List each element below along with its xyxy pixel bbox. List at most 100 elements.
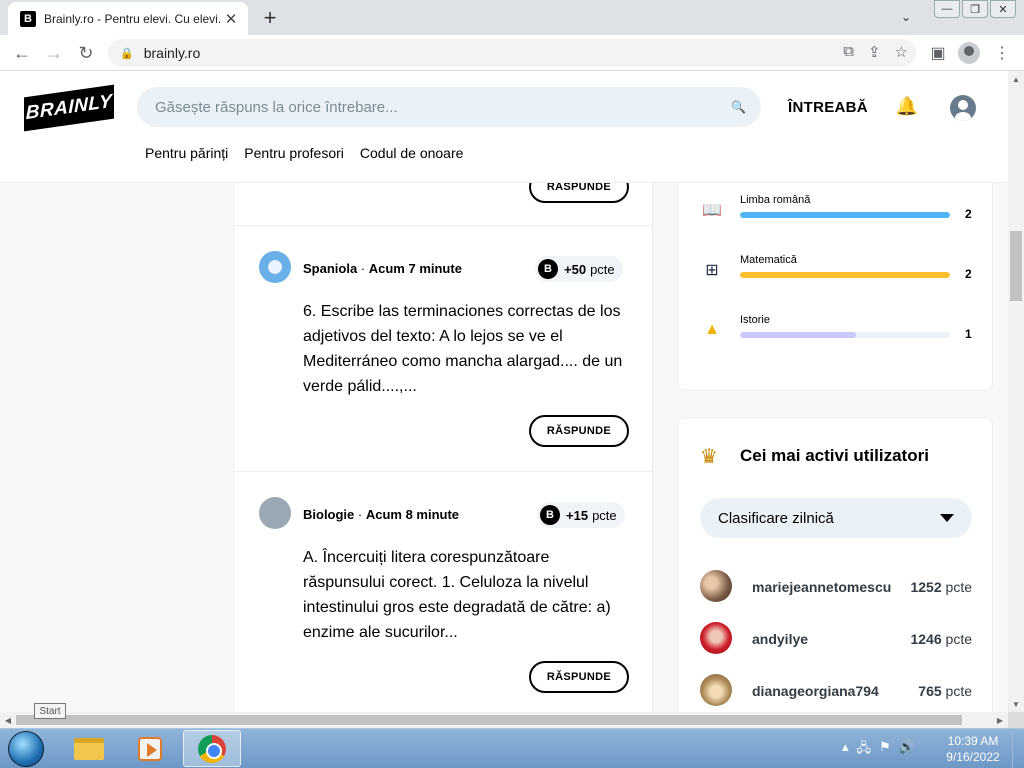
ranking-period-select[interactable]: Clasificare zilnică bbox=[700, 498, 972, 538]
question-text[interactable]: A. Încercuiți litera corespunzătoare răs… bbox=[303, 545, 633, 645]
brainly-favicon-icon: B bbox=[20, 10, 36, 27]
bookmark-star-icon[interactable]: ☆ bbox=[895, 43, 908, 61]
divider bbox=[234, 225, 654, 226]
subject-avatar-biology bbox=[259, 497, 291, 529]
subject-progress bbox=[740, 272, 950, 278]
user-avatar-icon[interactable] bbox=[950, 95, 976, 121]
points-unit: pcte bbox=[590, 261, 615, 277]
show-desktop-button[interactable] bbox=[1012, 729, 1024, 768]
subject-row[interactable]: 📖 Limba română 2 bbox=[702, 194, 982, 230]
notification-bell-icon[interactable]: 🔔 bbox=[896, 95, 918, 117]
search-placeholder: Găsește răspuns la orice întrebare... bbox=[155, 98, 398, 116]
taskbar-clock[interactable]: 10:39 AM 9/16/2022 bbox=[940, 733, 1006, 765]
subject-row[interactable]: ⊞ Matematică 2 bbox=[702, 254, 982, 290]
leaderboard-row[interactable]: dianageorgiana794 765 pcte bbox=[700, 674, 972, 708]
web-page: BRAINLY Găsește răspuns la orice întreba… bbox=[0, 71, 1008, 712]
question-meta: Spaniola · Acum 7 minute bbox=[303, 261, 462, 276]
media-player-button[interactable] bbox=[121, 730, 179, 767]
network-icon[interactable]: 🖧 bbox=[857, 739, 872, 761]
horizontal-scrollbar[interactable]: ◀ ▶ bbox=[0, 712, 1008, 728]
maximize-button[interactable]: ❐ bbox=[962, 0, 988, 18]
scroll-down-icon[interactable]: ▼ bbox=[1008, 696, 1024, 712]
points-badge: B +15 pcte bbox=[537, 502, 625, 528]
start-button[interactable] bbox=[8, 731, 44, 767]
windows-taskbar: ▴ 🖧 ⚑ 🔊 10:39 AM 9/16/2022 bbox=[0, 728, 1024, 768]
lock-icon: 🔒 bbox=[120, 47, 134, 60]
ask-button[interactable]: ÎNTREABĂ bbox=[788, 99, 868, 116]
brainly-logo[interactable]: BRAINLY bbox=[24, 84, 114, 132]
tray-expand-icon[interactable]: ▴ bbox=[842, 739, 849, 761]
file-explorer-button[interactable] bbox=[60, 730, 118, 767]
profile-avatar-icon bbox=[958, 42, 980, 64]
grid-icon: ⊞ bbox=[705, 262, 719, 279]
questions-feed: RĂSPUNDE Spaniola · Acum 7 minute B +50 … bbox=[233, 171, 654, 712]
window-controls: — ❐ ✕ bbox=[934, 0, 1016, 18]
close-window-button[interactable]: ✕ bbox=[990, 0, 1016, 18]
action-center-flag-icon[interactable]: ⚑ bbox=[879, 739, 891, 761]
subject-avatar-spanish bbox=[259, 251, 291, 283]
browser-tab[interactable]: B Brainly.ro - Pentru elevi. Cu elevi. ✕ bbox=[8, 2, 248, 35]
scroll-up-icon[interactable]: ▲ bbox=[1008, 71, 1024, 87]
leaderboard-row[interactable]: andyilye 1246 pcte bbox=[700, 622, 972, 656]
browser-toolbar: ← → ↻ 🔒 brainly.ro ⧉ ⇪ ☆ ▣ ⋮ bbox=[0, 35, 1024, 71]
leaderboard-title: Cei mai activi utilizatori bbox=[740, 446, 929, 465]
crown-icon: ♛ bbox=[700, 446, 718, 468]
side-panel-icon[interactable]: ▣ bbox=[926, 41, 950, 65]
profile-button[interactable] bbox=[957, 41, 981, 65]
tab-search-icon[interactable]: ⌄ bbox=[896, 8, 916, 26]
minimize-button[interactable]: — bbox=[934, 0, 960, 18]
subject-count: 2 bbox=[965, 207, 972, 221]
question-text[interactable]: 6. Escribe las terminaciones correctas d… bbox=[303, 299, 633, 399]
tab-close-icon[interactable]: ✕ bbox=[222, 10, 240, 28]
chrome-taskbar-button[interactable] bbox=[183, 730, 241, 767]
scroll-right-icon[interactable]: ▶ bbox=[992, 712, 1008, 728]
points-value: +50 bbox=[564, 261, 587, 277]
pyramid-icon: ▲ bbox=[704, 321, 720, 338]
question-subject[interactable]: Biologie bbox=[303, 507, 354, 522]
address-bar[interactable]: 🔒 brainly.ro ⧉ ⇪ ☆ bbox=[108, 39, 916, 67]
leaderboard-panel: ♛ Cei mai activi utilizatori Clasificare… bbox=[677, 417, 993, 712]
subject-progress bbox=[740, 212, 950, 218]
volume-icon[interactable]: 🔊 bbox=[899, 739, 915, 761]
brainly-coin-icon: B bbox=[538, 259, 558, 279]
select-value: Clasificare zilnică bbox=[718, 509, 834, 527]
subject-progress bbox=[740, 332, 950, 338]
subject-count: 1 bbox=[965, 327, 972, 341]
user-points: 1246 pcte bbox=[910, 631, 972, 647]
subjects-panel: 📖 Limba română 2 ⊞ Matematică 2 ▲ Istori… bbox=[677, 159, 993, 391]
leaderboard-row[interactable]: mariejeannetomescu 1252 pcte bbox=[700, 570, 972, 604]
user-avatar bbox=[700, 570, 732, 602]
vertical-scrollbar[interactable]: ▲ ▼ bbox=[1008, 71, 1024, 712]
url-text: brainly.ro bbox=[143, 45, 201, 61]
start-tooltip: Start bbox=[34, 703, 66, 719]
question-subject[interactable]: Spaniola bbox=[303, 261, 357, 276]
scroll-left-icon[interactable]: ◀ bbox=[0, 712, 16, 728]
clock-time: 10:39 AM bbox=[947, 734, 999, 748]
subject-row[interactable]: ▲ Istorie 1 bbox=[702, 314, 982, 350]
subject-name: Limba română bbox=[740, 194, 811, 206]
search-input[interactable]: Găsește răspuns la orice întrebare... 🔍 bbox=[137, 87, 761, 127]
forward-arrow-icon[interactable]: → bbox=[42, 41, 66, 65]
system-tray: ▴ 🖧 ⚑ 🔊 bbox=[842, 739, 915, 761]
back-arrow-icon[interactable]: ← bbox=[10, 41, 34, 65]
user-avatar bbox=[700, 622, 732, 654]
scrollbar-thumb[interactable] bbox=[16, 715, 962, 725]
reload-icon[interactable]: ↻ bbox=[74, 41, 98, 65]
answer-button[interactable]: RĂSPUNDE bbox=[529, 661, 629, 693]
subject-name: Matematică bbox=[740, 254, 797, 266]
translate-icon[interactable]: ⧉ bbox=[843, 43, 854, 61]
scrollbar-thumb[interactable] bbox=[1010, 231, 1022, 301]
nav-link-parents[interactable]: Pentru părinți bbox=[145, 145, 228, 161]
nav-link-honor-code[interactable]: Codul de onoare bbox=[360, 145, 464, 161]
nav-link-teachers[interactable]: Pentru profesori bbox=[244, 145, 344, 161]
points-badge: B +50 pcte bbox=[535, 256, 623, 282]
search-icon[interactable]: 🔍 bbox=[731, 100, 761, 114]
folder-icon bbox=[74, 737, 104, 760]
user-points: 765 pcte bbox=[918, 683, 972, 699]
menu-kebab-icon[interactable]: ⋮ bbox=[990, 41, 1014, 65]
new-tab-button[interactable]: + bbox=[258, 5, 282, 30]
answer-button[interactable]: RĂSPUNDE bbox=[529, 415, 629, 447]
share-icon[interactable]: ⇪ bbox=[868, 43, 881, 61]
tab-strip: B Brainly.ro - Pentru elevi. Cu elevi. ✕… bbox=[0, 0, 1024, 35]
user-name: andyilye bbox=[752, 631, 809, 647]
